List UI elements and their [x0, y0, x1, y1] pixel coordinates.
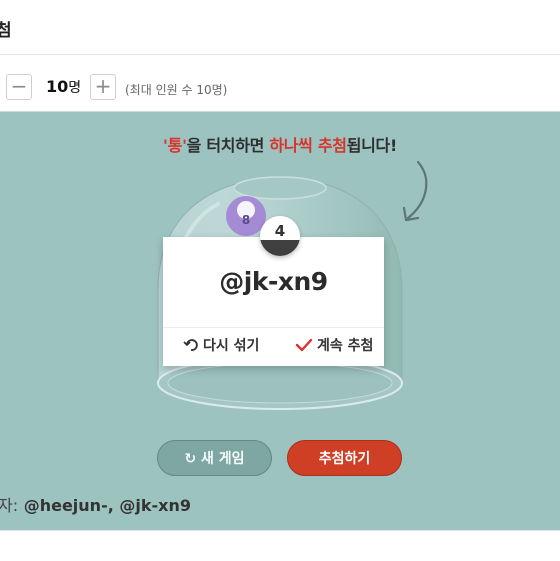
bottom-strip [0, 530, 560, 561]
new-game-label: 새 게임 [201, 451, 245, 467]
winner-ball-band [260, 240, 300, 256]
draw-button[interactable]: 추첨하기 [287, 440, 402, 476]
refresh-icon: ↻ [184, 451, 197, 467]
card-divider [163, 327, 384, 328]
instruction-part1: 을 터치하면 [186, 136, 270, 155]
checkmark-icon [295, 338, 313, 352]
reshuffle-button[interactable]: 다시 섞기 [183, 335, 259, 355]
winners-prefix: 자: [0, 496, 19, 515]
page-title: 첨 [0, 21, 12, 41]
continue-draw-label: 계속 추첨 [317, 338, 374, 354]
winner-name: @jk-xn9 [219, 267, 328, 296]
instruction-text: '통'을 터치하면 하나씩 추첨됩니다! [0, 132, 560, 156]
winner-ball-number: 4 [274, 222, 286, 240]
reshuffle-label: 다시 섞기 [203, 338, 260, 354]
dome-ball-number: 8 [241, 213, 251, 227]
decrease-count-button[interactable]: − [6, 74, 32, 100]
draw-stage: '통'을 터치하면 하나씩 추첨됩니다! 8 @jk-xn9 다시 섞기 계속 … [0, 112, 560, 530]
participant-count: 10명 [46, 77, 81, 97]
instruction-keyword: 통 [167, 136, 183, 155]
instruction-part2: 됩니다! [346, 136, 398, 155]
result-card: @jk-xn9 다시 섞기 계속 추첨 [163, 237, 384, 366]
winner-ball: 4 [260, 216, 300, 256]
participant-count-unit: 명 [68, 80, 82, 96]
participant-count-row: − 10명 + (최대 인원 수 10명) [0, 55, 560, 112]
continue-draw-button[interactable]: 계속 추첨 [295, 335, 373, 355]
increase-count-button[interactable]: + [90, 74, 116, 100]
participant-count-value: 10 [46, 77, 69, 96]
winners-names: @heejun-, @jk-xn9 [23, 496, 191, 515]
new-game-button[interactable]: ↻ 새 게임 [157, 440, 272, 476]
max-participants-hint: (최대 인원 수 10명) [125, 83, 228, 97]
undo-icon [183, 339, 198, 351]
winners-list: 자: @heejun-, @jk-xn9 [0, 492, 191, 516]
instruction-highlight: 하나씩 추첨 [269, 136, 347, 155]
top-bar: 첨 [0, 0, 560, 55]
